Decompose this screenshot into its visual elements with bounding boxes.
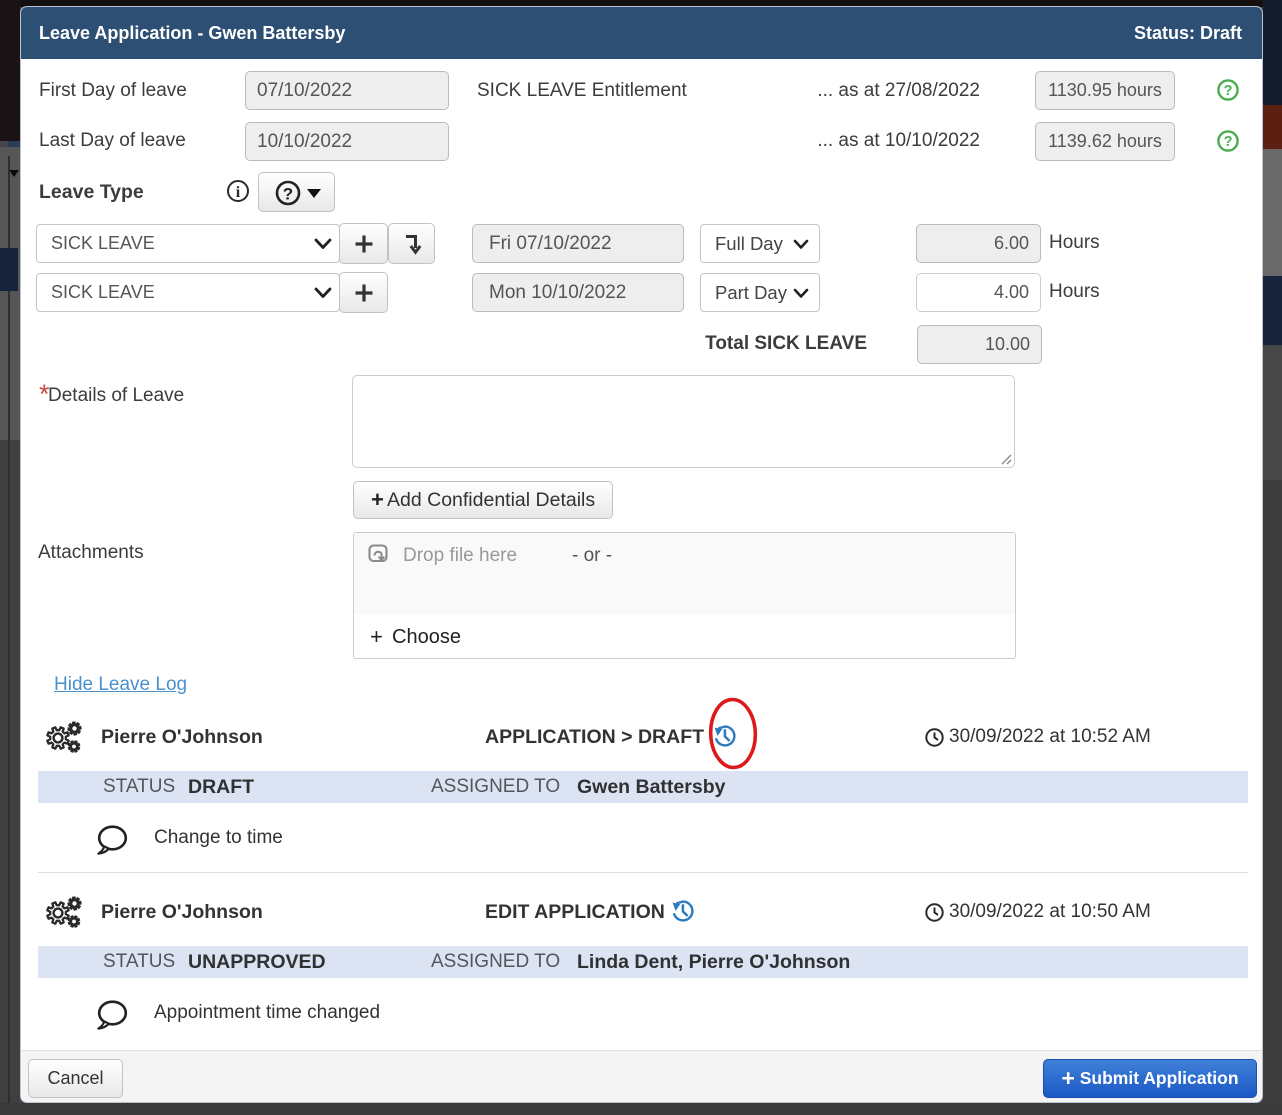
svg-text:?: ?	[1224, 83, 1233, 99]
svg-text:?: ?	[283, 185, 293, 204]
svg-text:i: i	[236, 184, 241, 201]
svg-text:?: ?	[1224, 134, 1233, 150]
